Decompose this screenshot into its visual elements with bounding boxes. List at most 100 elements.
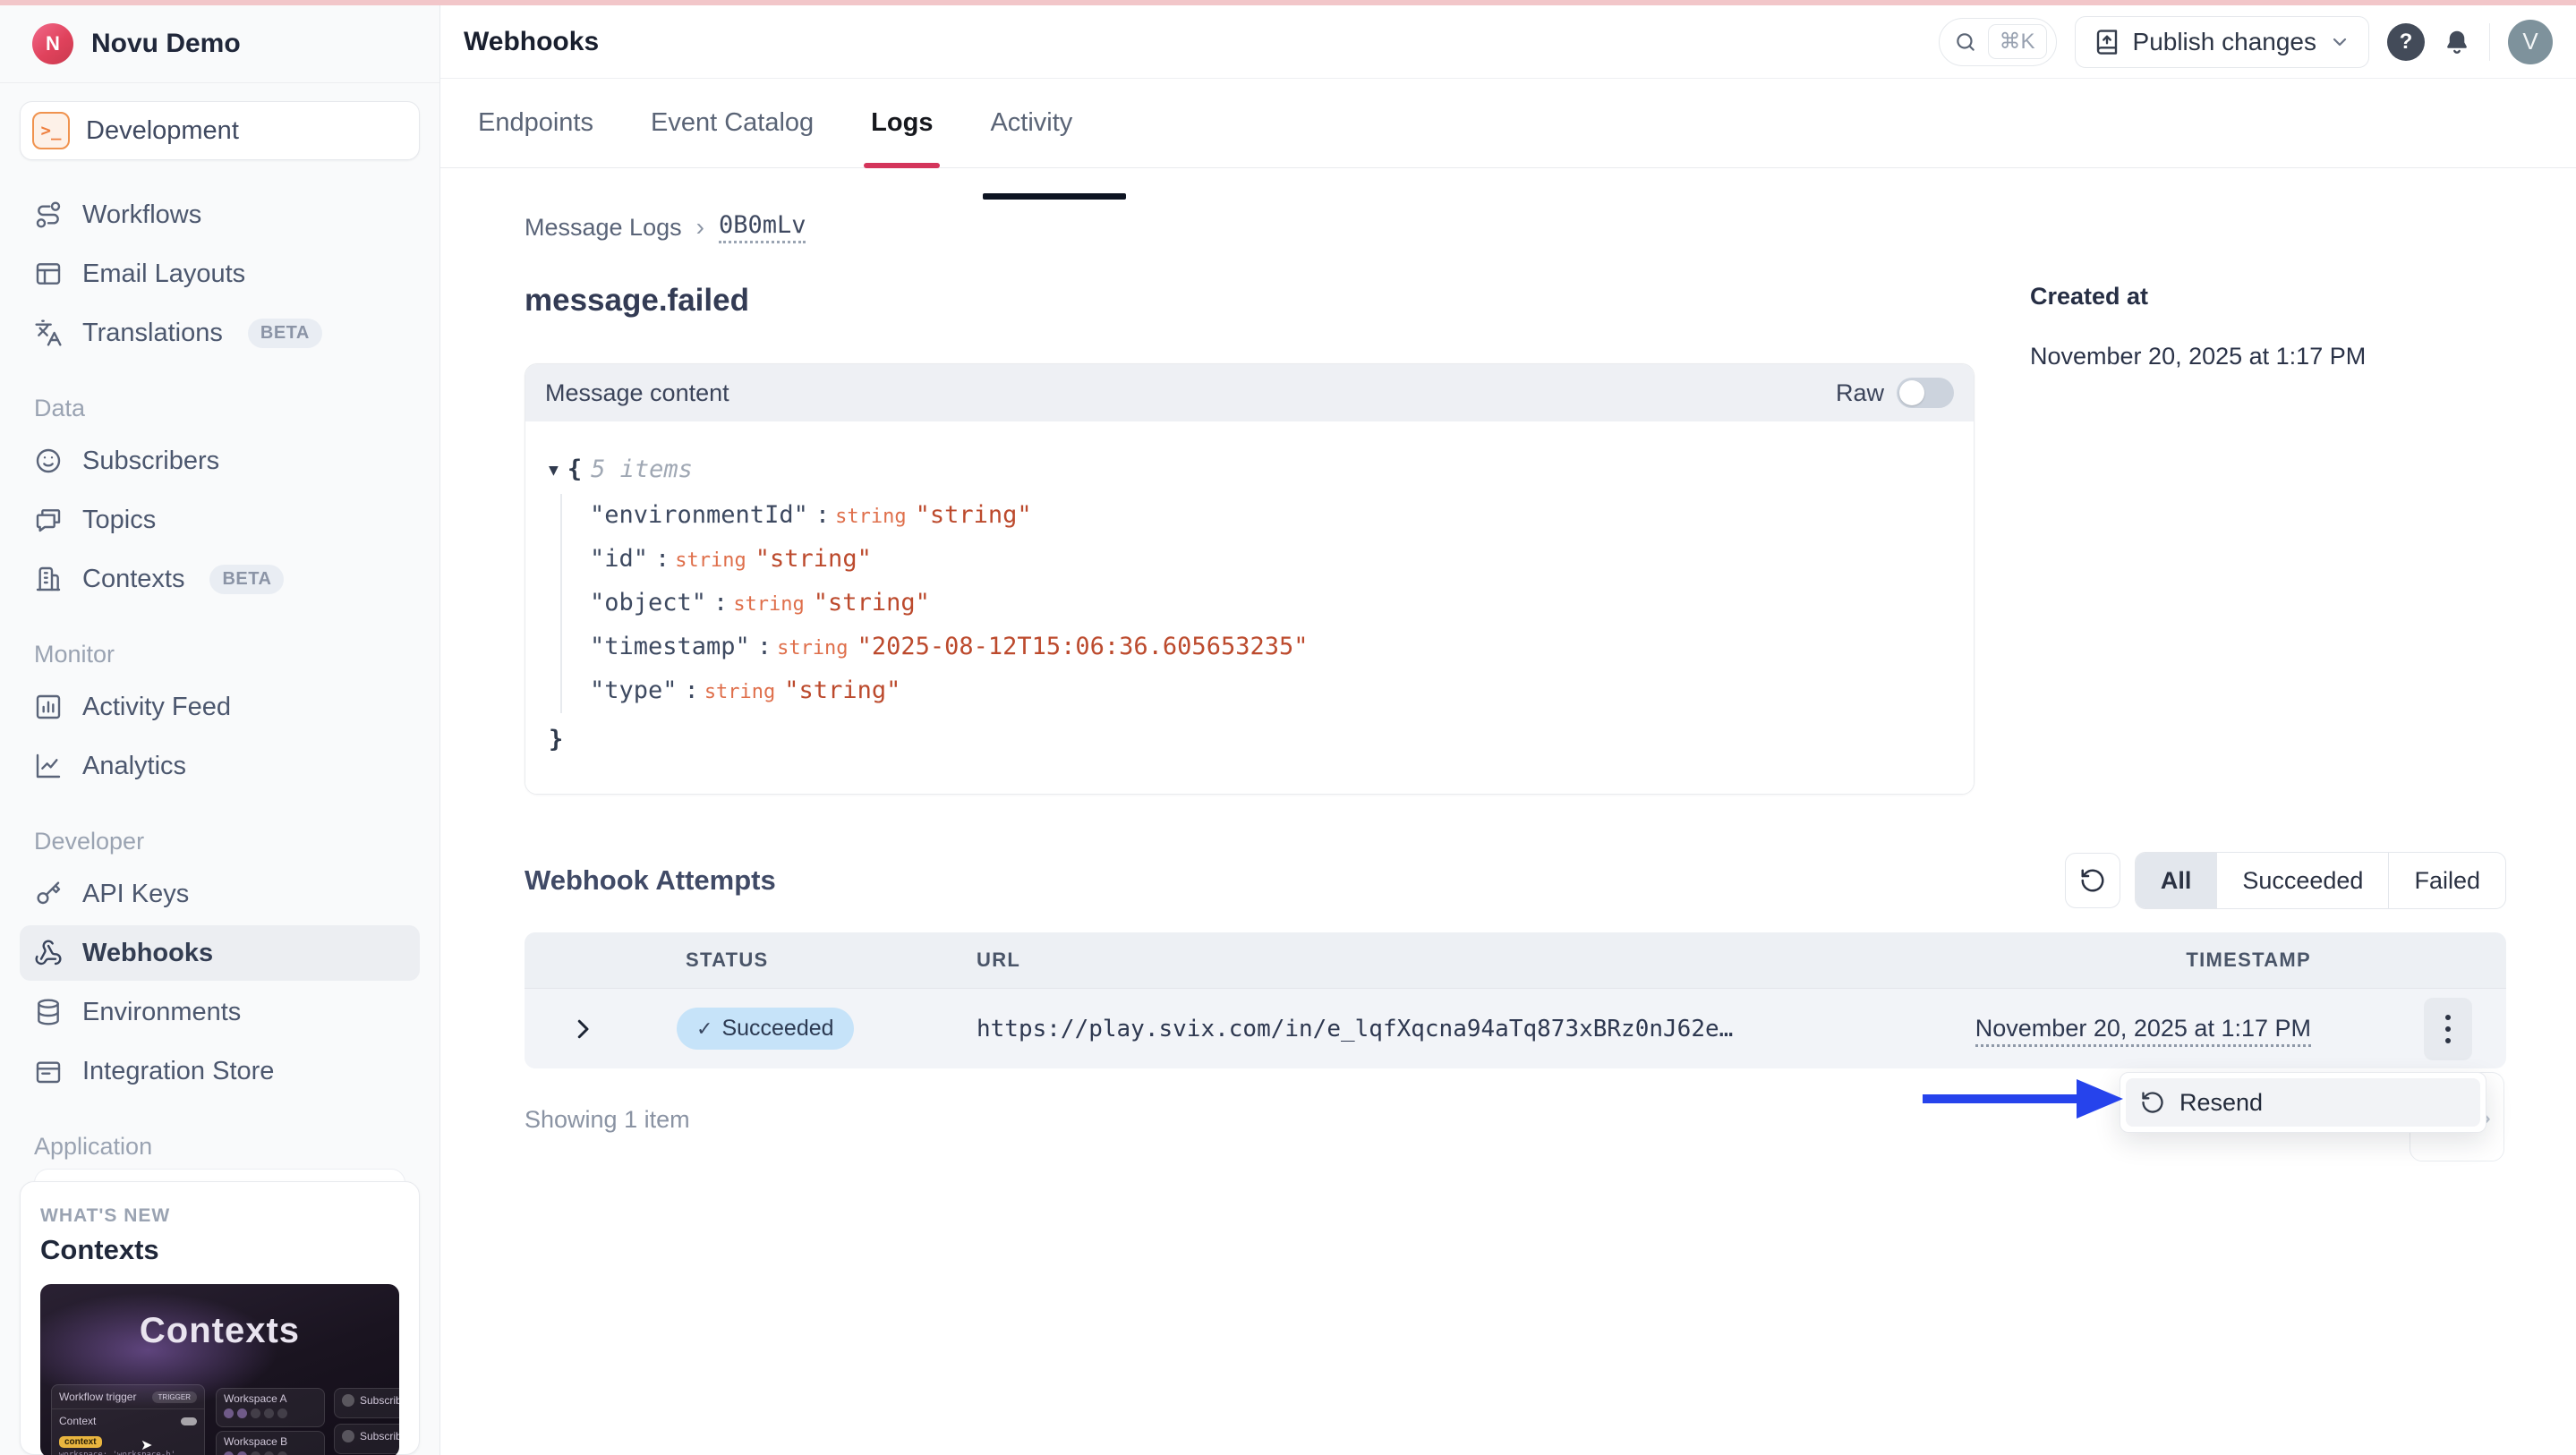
raw-label: Raw — [1836, 379, 1884, 407]
tab-event-catalog[interactable]: Event Catalog — [651, 79, 814, 167]
json-field-id: "id":string"string" — [590, 538, 1950, 582]
sidebar-item-label: Analytics — [82, 752, 186, 781]
sidebar-item-activity-feed[interactable]: Activity Feed — [20, 679, 420, 735]
breadcrumb-current-id[interactable]: 0B0mLv — [719, 211, 806, 243]
promo-subscriber-panel: Subscriber — [334, 1388, 399, 1418]
sidebar-item-integration-store[interactable]: Integration Store — [20, 1043, 420, 1099]
sidebar: N Novu Demo >_ Development Workflows Ema… — [0, 5, 440, 1455]
database-icon — [34, 998, 63, 1026]
whats-new-title: Contexts — [40, 1234, 399, 1266]
avatar-letter: V — [2522, 28, 2538, 55]
user-avatar[interactable]: V — [2508, 20, 2553, 64]
url-column-header: URL — [977, 949, 1853, 972]
detail-left-column: message.failed Message content Raw ▼ — [525, 283, 1975, 795]
languages-icon — [34, 319, 63, 347]
sidebar-item-label: Subscribers — [82, 447, 219, 476]
message-content-title: Message content — [545, 379, 729, 407]
org-name: Novu Demo — [91, 29, 241, 59]
table-row: ✓ Succeeded https://play.svix.com/in/e_l… — [525, 988, 2506, 1068]
sidebar-item-label: Integration Store — [82, 1057, 274, 1086]
environment-label: Development — [86, 116, 239, 146]
sidebar-divider — [0, 82, 439, 83]
publish-changes-button[interactable]: Publish changes — [2075, 16, 2369, 68]
whats-new-stack: WHAT'S NEW Contexts Contexts Workflow tr… — [20, 1169, 420, 1455]
created-at-label: Created at — [2030, 283, 2366, 311]
filter-all[interactable]: All — [2136, 853, 2217, 908]
attempts-table-header: STATUS URL TIMESTAMP — [525, 932, 2506, 988]
sidebar-section-data: Data — [20, 395, 420, 422]
sidebar-item-api-keys[interactable]: API Keys — [20, 866, 420, 922]
tab-activity[interactable]: Activity — [990, 79, 1072, 167]
json-root-row: ▼ { 5 items — [549, 455, 1950, 483]
attempt-url-link[interactable]: https://play.svix.com/in/e_lqfXqcna94aTq… — [977, 1016, 1733, 1042]
resend-menu-item[interactable]: Resend — [2126, 1078, 2480, 1127]
promo-context-label: Context — [59, 1415, 96, 1427]
face-icon — [34, 447, 63, 475]
resend-menu-item-label: Resend — [2179, 1089, 2263, 1117]
publish-changes-label: Publish changes — [2133, 28, 2316, 56]
message-content-card: Message content Raw ▼ { 5 items — [525, 363, 1975, 795]
json-field-type: "type":string"string" — [590, 669, 1950, 713]
message-content-card-header: Message content Raw — [525, 364, 1974, 421]
workflow-icon — [34, 200, 63, 229]
promo-subscriber-label: Subscriber — [360, 1430, 399, 1442]
search-icon — [1954, 30, 1977, 54]
sidebar-item-label: Workflows — [82, 200, 201, 230]
row-expander-button[interactable] — [569, 1016, 596, 1042]
whats-new-promo-image[interactable]: Contexts Workflow trigger TRIGGER Context… — [40, 1284, 399, 1455]
filter-succeeded[interactable]: Succeeded — [2216, 853, 2388, 908]
app-shell: N Novu Demo >_ Development Workflows Ema… — [0, 0, 2576, 1455]
promo-trigger-chip: TRIGGER — [152, 1391, 197, 1403]
collapse-triangle-icon[interactable]: ▼ — [549, 461, 559, 480]
main-header: Webhooks ⌘K Publish changes ? V — [440, 5, 2576, 79]
rotate-ccw-icon — [2079, 867, 2106, 894]
scrollbar-thumb[interactable] — [983, 193, 1126, 200]
sidebar-item-contexts[interactable]: Contexts BETA — [20, 551, 420, 607]
attempt-timestamp-link[interactable]: November 20, 2025 at 1:17 PM — [1975, 1015, 2311, 1047]
main-area: Webhooks ⌘K Publish changes ? V Endpoint… — [440, 5, 2576, 1455]
sidebar-item-analytics[interactable]: Analytics — [20, 738, 420, 794]
refresh-button[interactable] — [2065, 853, 2120, 908]
sidebar-section-monitor: Monitor — [20, 641, 420, 668]
bar-chart-icon — [34, 693, 63, 721]
promo-workflow-trigger-label: Workflow trigger — [59, 1391, 136, 1403]
environment-selector[interactable]: >_ Development — [20, 101, 420, 160]
filter-failed[interactable]: Failed — [2388, 853, 2505, 908]
promo-title: Contexts — [40, 1311, 399, 1351]
sidebar-item-label: Translations — [82, 319, 223, 348]
chevron-right-icon: › — [696, 213, 704, 242]
json-fields: "environmentId":string"string" "id":stri… — [560, 494, 1950, 713]
promo-workspace-a-label: Workspace A — [224, 1392, 286, 1405]
org-avatar: N — [32, 23, 73, 64]
header-actions: ⌘K Publish changes ? V — [1939, 16, 2554, 68]
tab-logs[interactable]: Logs — [871, 79, 933, 167]
promo-code-line: workspace: 'workspace-b', — [52, 1450, 204, 1455]
chevron-down-icon — [2329, 31, 2350, 53]
toggle-knob — [1899, 380, 1924, 405]
tab-endpoints[interactable]: Endpoints — [478, 79, 593, 167]
sidebar-item-workflows[interactable]: Workflows — [20, 187, 420, 242]
org-switcher[interactable]: N Novu Demo — [20, 5, 420, 82]
search-button[interactable]: ⌘K — [1939, 18, 2057, 66]
sidebar-item-label: Email Layouts — [82, 260, 245, 289]
whats-new-card[interactable]: WHAT'S NEW Contexts Contexts Workflow tr… — [20, 1181, 420, 1455]
sidebar-item-translations[interactable]: Translations BETA — [20, 305, 420, 361]
sidebar-item-subscribers[interactable]: Subscribers — [20, 433, 420, 489]
raw-toggle-group: Raw — [1836, 378, 1954, 408]
raw-toggle[interactable] — [1897, 378, 1954, 408]
sidebar-item-environments[interactable]: Environments — [20, 984, 420, 1040]
sidebar-item-label: API Keys — [82, 880, 189, 909]
sidebar-item-topics[interactable]: Topics — [20, 492, 420, 548]
row-actions-kebab-button[interactable] — [2424, 998, 2472, 1060]
items-count: 5 items — [591, 455, 693, 483]
sidebar-item-label: Environments — [82, 998, 241, 1027]
promo-workspace-a-panel: Workspace A — [216, 1388, 325, 1427]
bell-icon[interactable] — [2443, 28, 2471, 56]
breadcrumb-parent[interactable]: Message Logs — [525, 214, 682, 242]
help-button[interactable]: ? — [2387, 23, 2425, 61]
sidebar-item-webhooks[interactable]: Webhooks — [20, 925, 420, 981]
detail-columns: message.failed Message content Raw ▼ — [525, 283, 2506, 795]
question-mark-icon: ? — [2400, 30, 2413, 55]
sidebar-item-email-layouts[interactable]: Email Layouts — [20, 246, 420, 302]
terminal-icon: >_ — [32, 112, 70, 149]
